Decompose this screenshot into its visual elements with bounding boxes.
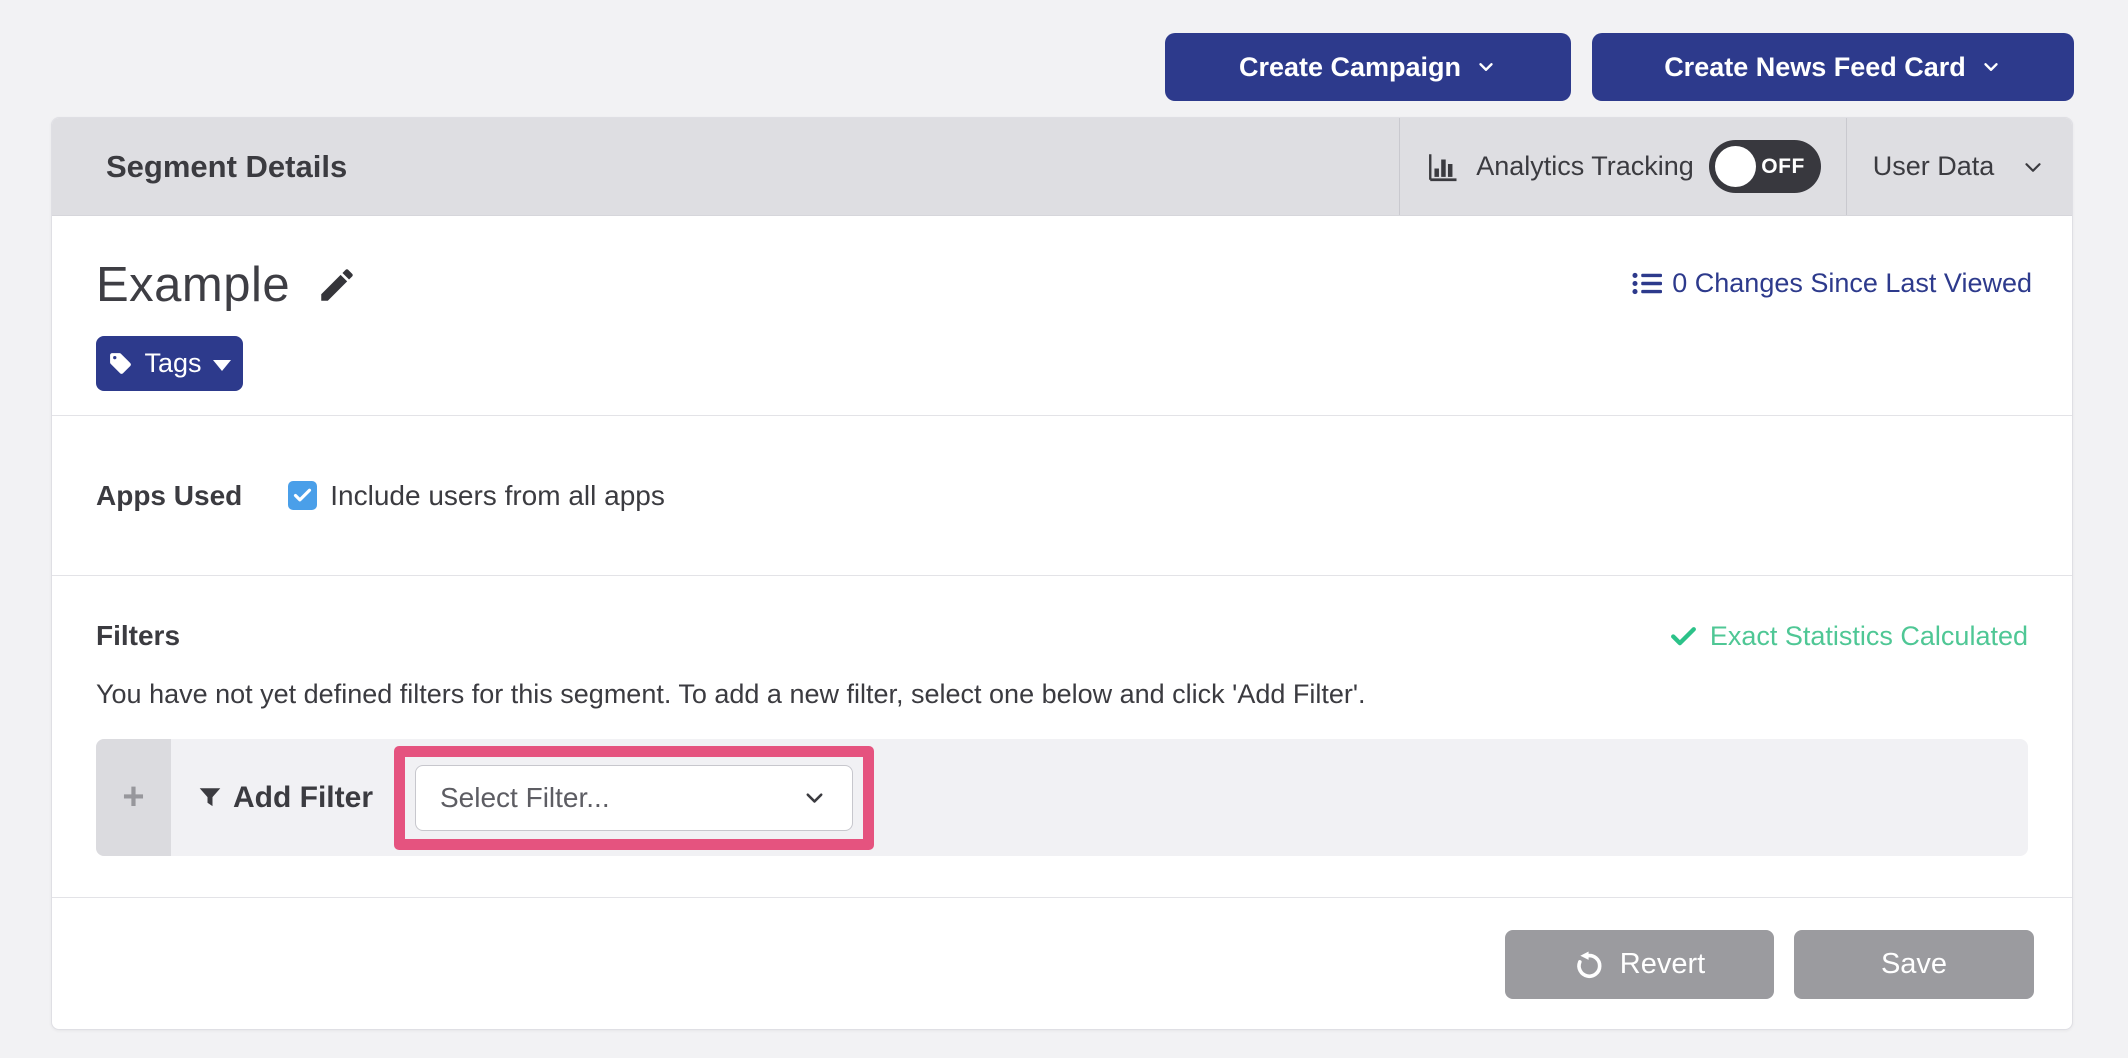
toggle-knob [1715,146,1756,187]
segment-title-section: Example 0 Changes [52,216,2072,416]
create-campaign-label: Create Campaign [1239,52,1461,83]
add-filter-label: Add Filter [233,781,373,815]
check-icon [1669,622,1698,651]
add-filter-control[interactable]: Add Filter [197,781,373,815]
apps-used-section: Apps Used Include users from all apps [52,416,2072,576]
pencil-icon [316,264,358,306]
chevron-down-icon [1980,56,2002,78]
create-news-feed-card-button[interactable]: Create News Feed Card [1592,33,2074,101]
include-all-apps-label[interactable]: Include users from all apps [330,480,665,512]
analytics-tracking-section: Analytics Tracking OFF [1399,118,1846,215]
save-button-label: Save [1881,948,1947,981]
filters-label: Filters [96,620,180,652]
funnel-icon [197,785,223,811]
chevron-down-icon [2020,154,2046,180]
tag-icon [108,351,133,376]
exact-statistics-label: Exact Statistics Calculated [1710,621,2028,652]
edit-name-button[interactable] [316,264,358,306]
page-title: Segment Details [52,118,1399,215]
segment-details-page: Create Campaign Create News Feed Card Se… [0,0,2128,1058]
check-icon [292,485,313,506]
revert-button-label: Revert [1620,948,1705,981]
tags-button[interactable]: Tags [96,336,243,391]
revert-button[interactable]: Revert [1505,930,1774,999]
select-filter-placeholder: Select Filter... [440,782,610,814]
segment-details-card: Segment Details Analytics Tracking OFF [51,117,2073,1030]
caret-down-icon [213,360,231,371]
create-news-feed-card-label: Create News Feed Card [1664,52,1966,83]
card-footer: Revert Save [52,898,2072,1030]
plus-icon: + [122,776,144,819]
analytics-tracking-toggle[interactable]: OFF [1709,140,1821,193]
bar-chart-icon [1425,149,1461,185]
toggle-state-label: OFF [1761,155,1805,179]
create-campaign-button[interactable]: Create Campaign [1165,33,1571,101]
apps-used-label: Apps Used [96,480,242,512]
user-data-label: User Data [1873,151,1995,182]
top-action-bar: Create Campaign Create News Feed Card [1165,33,2074,101]
filters-header: Filters Exact Statistics Calculated [96,620,2028,652]
changes-link-label: 0 Changes Since Last Viewed [1672,268,2032,299]
tags-button-label: Tags [144,348,201,379]
segment-name-row: Example [96,216,2028,318]
card-header: Segment Details Analytics Tracking OFF [52,118,2072,216]
filters-section: Filters Exact Statistics Calculated You … [52,576,2072,898]
chevron-down-icon [1475,56,1497,78]
add-filter-row: + Add Filter Select Filter... [96,739,2028,856]
list-icon [1632,271,1662,296]
select-filter-dropdown[interactable]: Select Filter... [415,765,853,831]
filters-description: You have not yet defined filters for thi… [96,679,2028,710]
select-filter-highlight-annotation: Select Filter... [394,746,874,850]
exact-statistics-status: Exact Statistics Calculated [1669,621,2028,652]
add-filter-plus-button[interactable]: + [96,739,171,856]
segment-name: Example [96,257,290,313]
analytics-tracking-label: Analytics Tracking [1476,151,1694,182]
include-all-apps-checkbox[interactable] [288,481,317,510]
chevron-down-icon [801,784,828,811]
changes-since-last-viewed-link[interactable]: 0 Changes Since Last Viewed [1632,268,2032,299]
user-data-dropdown[interactable]: User Data [1846,118,2072,215]
save-button[interactable]: Save [1794,930,2034,999]
revert-icon [1574,949,1605,980]
